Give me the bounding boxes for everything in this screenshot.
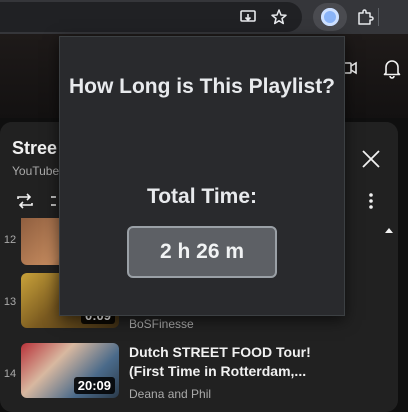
notifications-bell-icon[interactable] xyxy=(380,56,404,80)
bookmark-star-icon[interactable] xyxy=(268,6,290,28)
video-duration: 20:09 xyxy=(73,377,115,394)
video-title-line: (First Time in Rotterdam,... xyxy=(129,363,307,379)
loop-icon[interactable] xyxy=(14,190,36,212)
extension-popup: How Long is This Playlist? Total Time: 2… xyxy=(59,36,345,316)
video-title[interactable]: Dutch STREET FOOD Tour! (First Time in R… xyxy=(129,343,379,381)
total-time-value: 2 h 26 m xyxy=(127,226,277,278)
row-index: 12 xyxy=(3,234,17,246)
close-icon[interactable] xyxy=(360,148,382,170)
video-channel[interactable]: BoSFinesse xyxy=(129,317,194,331)
row-index: 13 xyxy=(3,296,17,308)
extension-logo-icon[interactable] xyxy=(321,8,339,26)
playlist-title[interactable]: Stree xyxy=(12,138,57,159)
video-thumbnail[interactable]: 20:09 xyxy=(21,343,119,398)
browser-toolbar xyxy=(0,0,408,34)
playlist-row[interactable]: 14 20:09 Dutch STREET FOOD Tour! (First … xyxy=(0,343,386,407)
extensions-puzzle-icon[interactable] xyxy=(354,6,376,28)
more-options-icon[interactable] xyxy=(362,190,380,212)
video-channel[interactable]: Deana and Phil xyxy=(129,387,211,401)
playlist-subtitle: YouTube xyxy=(12,164,60,178)
total-time-label: Total Time: xyxy=(146,185,258,208)
popup-heading: How Long is This Playlist? xyxy=(68,75,336,98)
video-title-line: Dutch STREET FOOD Tour! xyxy=(129,344,311,360)
toolbar-separator xyxy=(378,8,379,26)
cast-icon[interactable] xyxy=(237,6,259,28)
row-index: 14 xyxy=(3,368,17,380)
